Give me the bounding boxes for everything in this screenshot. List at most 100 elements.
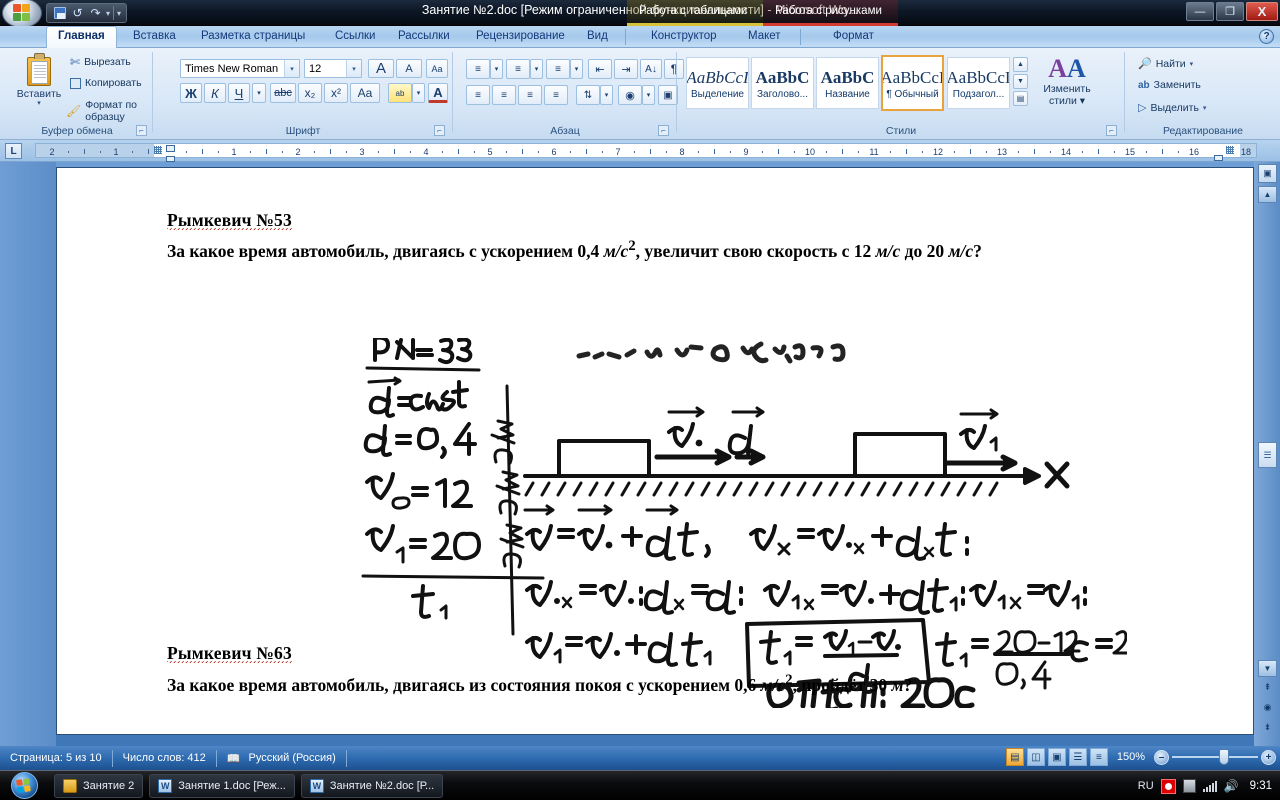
font-color-button[interactable]: A (428, 83, 448, 103)
style-item-normal[interactable]: AaBbCcI ¶ Обычный (881, 55, 944, 111)
clock[interactable]: 9:31 (1250, 780, 1272, 792)
signal-icon[interactable] (1202, 780, 1217, 792)
previous-page-button[interactable]: ⇞ (1260, 680, 1275, 695)
styles-more-icon[interactable]: ▤ (1013, 91, 1028, 106)
font-size-dropdown-icon[interactable]: ▾ (346, 60, 361, 77)
font-size-combo[interactable]: 12 ▾ (304, 59, 362, 78)
contextual-tab-table-tools[interactable]: Работа с таблицами (627, 0, 764, 26)
clipboard-dialog-launcher[interactable]: ⌐ (136, 125, 147, 136)
font-name-combo[interactable]: Times New Roman ▾ (180, 59, 300, 78)
increase-indent-icon[interactable]: ⇥ (614, 59, 638, 79)
tab-view[interactable]: Вид (576, 27, 619, 48)
align-right-icon[interactable]: ≡ (518, 85, 542, 105)
select-browse-object-icon[interactable]: ▣ (1258, 164, 1277, 183)
tab-format[interactable]: Формат (822, 27, 885, 48)
zoom-out-button[interactable]: – (1154, 749, 1169, 765)
office-button[interactable] (2, 0, 42, 28)
scroll-up-button[interactable]: ▲ (1258, 186, 1277, 203)
zoom-slider-thumb[interactable] (1219, 749, 1229, 765)
replace-button[interactable]: ab Заменить (1138, 79, 1201, 91)
subscript-button[interactable]: x₂ (298, 83, 322, 103)
close-button[interactable]: X (1246, 2, 1278, 21)
decrease-indent-icon[interactable]: ⇤ (588, 59, 612, 79)
zoom-slider[interactable] (1172, 749, 1258, 765)
sort-button[interactable]: A↓ (640, 59, 662, 79)
tab-design[interactable]: Конструктор (640, 27, 728, 48)
find-button[interactable]: 🔎 Найти ▾ (1138, 57, 1194, 71)
battery-icon[interactable] (1182, 779, 1196, 793)
line-spacing-icon[interactable]: ⇅ (576, 85, 600, 105)
styles-dialog-launcher[interactable]: ⌐ (1106, 125, 1117, 136)
status-language[interactable]: 📖 Русский (Россия) (217, 749, 347, 767)
grow-font-button[interactable]: A (368, 59, 394, 78)
redo-icon[interactable]: ↷ (88, 6, 103, 21)
scroll-thumb[interactable]: ☰ (1258, 442, 1277, 468)
highlight-dropdown-icon[interactable]: ▾ (412, 83, 425, 103)
view-outline-button[interactable]: ☰ (1068, 748, 1087, 766)
line-spacing-dropdown-icon[interactable]: ▾ (600, 85, 613, 105)
superscript-button[interactable]: x² (324, 83, 348, 103)
customize-qat-icon[interactable]: ▾ (117, 9, 121, 18)
bold-button[interactable]: Ж (180, 83, 202, 103)
select-dropdown-icon[interactable]: ▾ (1203, 104, 1207, 112)
find-dropdown-icon[interactable]: ▾ (1190, 60, 1194, 68)
browse-object-button[interactable]: ◉ (1260, 700, 1275, 715)
font-name-dropdown-icon[interactable]: ▾ (284, 60, 299, 77)
numbering-icon[interactable]: ≡ (506, 59, 530, 79)
underline-button[interactable]: Ч (228, 83, 250, 103)
style-item-heading[interactable]: AaBbC Заголово... (751, 57, 814, 109)
zoom-in-button[interactable]: + (1261, 749, 1276, 765)
undo-icon[interactable]: ↺ (70, 6, 85, 21)
clear-formatting-button[interactable]: Aa (426, 59, 448, 78)
document-body[interactable]: Рымкевич №53 За какое время автомобиль, … (167, 210, 1207, 708)
speaker-icon[interactable]: 🔊 (1224, 779, 1239, 793)
italic-button[interactable]: К (204, 83, 226, 103)
help-icon[interactable]: ? (1259, 29, 1274, 44)
styles-scroll-down-icon[interactable]: ▼ (1013, 74, 1028, 89)
style-item-emphasis[interactable]: AaBbCcI Выделение (686, 57, 749, 109)
multilevel-list-icon[interactable]: ≡ (546, 59, 570, 79)
redo-dropdown-icon[interactable]: ▾ (106, 9, 110, 18)
select-button[interactable]: ▷ Выделить ▾ (1138, 101, 1207, 115)
change-styles-button[interactable]: AA Изменить стили ▾ (1034, 55, 1100, 108)
status-word-count[interactable]: Число слов: 412 (113, 749, 217, 767)
shrink-font-button[interactable]: A (396, 59, 422, 78)
align-center-icon[interactable]: ≡ (492, 85, 516, 105)
save-icon[interactable] (52, 6, 67, 21)
style-item-title[interactable]: AaBbC Название (816, 57, 879, 109)
align-justify-icon[interactable]: ≡ (544, 85, 568, 105)
view-full-screen-reading-button[interactable]: ◫ (1026, 748, 1045, 766)
bullets-dropdown-icon[interactable]: ▾ (490, 59, 503, 79)
copy-button[interactable]: Копировать (70, 77, 142, 89)
recording-icon[interactable] (1160, 778, 1176, 794)
style-item-subtitle[interactable]: AaBbCcI Подзагол... (947, 57, 1010, 109)
restore-button[interactable]: ❐ (1216, 2, 1244, 21)
align-left-icon[interactable]: ≡ (466, 85, 490, 105)
underline-dropdown-icon[interactable]: ▾ (252, 83, 266, 103)
view-print-layout-button[interactable]: ▤ (1005, 748, 1024, 766)
tab-references[interactable]: Ссылки (324, 27, 387, 48)
tab-page-layout[interactable]: Разметка страницы (190, 27, 316, 48)
bullets-icon[interactable]: ≡ (466, 59, 490, 79)
next-page-button[interactable]: ⇟ (1260, 720, 1275, 735)
taskbar-item-doc1[interactable]: W Занятие 1.doc [Реж... (149, 773, 295, 798)
tab-home[interactable]: Главная (46, 26, 117, 48)
status-page-indicator[interactable]: Страница: 5 из 10 (0, 749, 113, 767)
strikethrough-button[interactable]: abc (270, 83, 296, 103)
zoom-level-label[interactable]: 150% (1111, 751, 1151, 763)
highlight-button[interactable]: ab (388, 83, 412, 103)
tab-review[interactable]: Рецензирование (465, 27, 576, 48)
view-draft-button[interactable]: ≡ (1089, 748, 1108, 766)
taskbar-item-folder[interactable]: Занятие 2 (54, 773, 144, 798)
contextual-tab-picture-tools[interactable]: Работа с рисунками (763, 0, 898, 26)
right-indent-marker[interactable] (1214, 155, 1223, 161)
borders-icon[interactable]: ▣ (658, 85, 678, 105)
paste-dropdown-icon[interactable]: ▾ (16, 100, 62, 107)
styles-scroll-up-icon[interactable]: ▲ (1013, 57, 1028, 72)
tab-insert[interactable]: Вставка (122, 27, 187, 48)
paragraph-dialog-launcher[interactable]: ⌐ (658, 125, 669, 136)
shading-dropdown-icon[interactable]: ▾ (642, 85, 655, 105)
start-button[interactable] (0, 771, 48, 800)
multilevel-dropdown-icon[interactable]: ▾ (570, 59, 583, 79)
scroll-down-button[interactable]: ▼ (1258, 660, 1277, 677)
